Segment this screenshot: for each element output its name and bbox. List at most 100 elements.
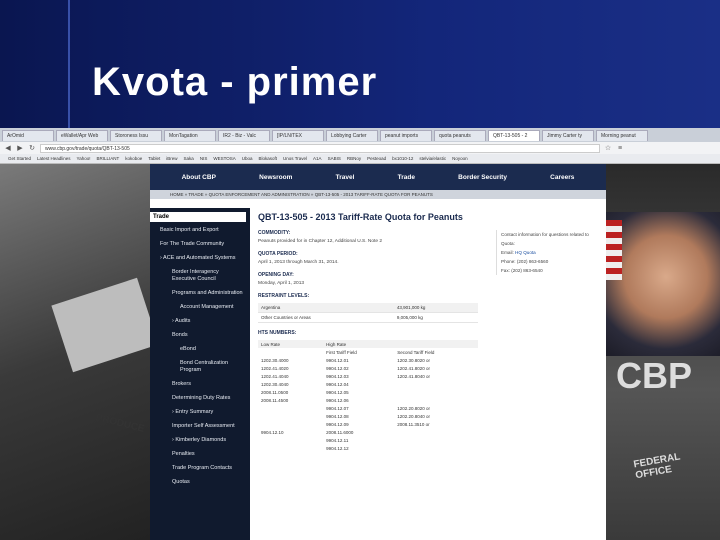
- sidebar-item[interactable]: › ACE and Automated Systems: [150, 250, 250, 264]
- browser-tab[interactable]: [IP/LN/TEX: [272, 129, 324, 141]
- nav-item[interactable]: Travel: [336, 174, 355, 181]
- sidebar-item[interactable]: Determining Duty Rates: [150, 390, 250, 404]
- sidebar-item[interactable]: Brokers: [150, 376, 250, 390]
- sidebar-item[interactable]: › Audits: [150, 313, 250, 327]
- table-cell: Other Countries or Areas: [258, 312, 394, 323]
- table-cell: 1202.41.4040: [261, 373, 289, 379]
- trade-sidebar: Trade Basic Import and Export For The Tra…: [150, 208, 250, 540]
- bookmark-item[interactable]: Pesteoad: [367, 156, 386, 161]
- bookmark-item[interactable]: A1A: [313, 156, 322, 161]
- table-row: 9904.12.09 2008.11.3510 or: [258, 420, 478, 428]
- sidebar-item[interactable]: Bond Centralization Program: [150, 355, 250, 376]
- nav-item[interactable]: Border Security: [458, 174, 507, 181]
- bookmark-item[interactable]: Tablet: [148, 156, 160, 161]
- contact-box: Contact information for questions relate…: [496, 230, 601, 275]
- bookmark-item[interactable]: BRILLIANT: [96, 156, 119, 161]
- sidebar-item[interactable]: Border Interagency Executive Council: [150, 264, 250, 285]
- bookmark-item[interactable]: Unos Travel: [283, 156, 307, 161]
- sidebar-item[interactable]: Penalties: [150, 446, 250, 460]
- browser-tab[interactable]: quota peanuts: [434, 129, 486, 141]
- sidebar-item[interactable]: eBond: [150, 341, 250, 355]
- bookmark-item[interactable]: Uboa: [242, 156, 253, 161]
- sidebar-item[interactable]: For The Trade Community: [150, 236, 250, 250]
- star-icon[interactable]: ☆: [604, 144, 612, 152]
- table-cell: 1202.41.8040 or: [397, 373, 431, 379]
- bookmark-item[interactable]: RBNoy: [347, 156, 361, 161]
- browser-tab[interactable]: IR2 - Biz - Valc: [218, 129, 270, 141]
- bookmark-item[interactable]: Yahoo!: [77, 156, 91, 161]
- sidebar-item[interactable]: Programs and Administration: [150, 285, 250, 299]
- bookmark-item[interactable]: bx1010-12: [392, 156, 413, 161]
- table-cell: [258, 444, 323, 452]
- browser-tab[interactable]: MonTagation: [164, 129, 216, 141]
- bookmark-item[interactable]: Get Started: [8, 156, 31, 161]
- forward-icon[interactable]: ▶: [16, 144, 24, 152]
- browser-tab[interactable]: ArOmid: [2, 129, 54, 141]
- sidebar-item[interactable]: Quotas: [150, 474, 250, 488]
- page-title: QBT-13-505 - 2013 Tariff-Rate Quota for …: [258, 212, 463, 222]
- menu-icon[interactable]: ≡: [616, 145, 624, 152]
- nav-item[interactable]: Newsroom: [259, 174, 292, 181]
- browser-tab[interactable]: Lobbying Carter: [326, 129, 378, 141]
- table-cell: 9904.12.07: [326, 405, 349, 411]
- main-content: QBT-13-505 - 2013 Tariff-Rate Quota for …: [258, 212, 598, 452]
- bookmark-item[interactable]: Latest Headlines: [37, 156, 71, 161]
- table-row: 2008.11.0500 9904.12.05: [258, 388, 478, 396]
- table-cell: Second Tariff Field: [397, 349, 435, 355]
- bookmark-item[interactable]: NIS: [200, 156, 208, 161]
- table-cell: 2008.11.6000: [326, 429, 354, 435]
- url-input[interactable]: www.cbp.gov/trade/quota/QBT-13-505: [40, 143, 600, 153]
- table-cell: 9904.12.03: [326, 373, 349, 379]
- sidebar-item[interactable]: › Kimberley Diamonds: [150, 432, 250, 446]
- cbp-jacket-text: CBP: [616, 355, 693, 396]
- nav-item[interactable]: About CBP: [182, 174, 216, 181]
- bookmark-item[interactable]: kokoboe: [125, 156, 142, 161]
- sidebar-item[interactable]: › Entry Summary: [150, 404, 250, 418]
- sidebar-item[interactable]: Importer Self Assessment: [150, 418, 250, 432]
- table-cell: 2008.11.0500: [261, 389, 289, 395]
- table-cell: 9904.12.05: [326, 389, 349, 395]
- table-row: 9904.12.08 1202.20.8040 or: [258, 412, 478, 420]
- bookmark-item[interactable]: Saka: [184, 156, 194, 161]
- bookmark-item[interactable]: Noyoon: [452, 156, 468, 161]
- table-cell: 1202.41.8020 or: [397, 365, 431, 371]
- browser-tab[interactable]: peanut imports: [380, 129, 432, 141]
- table-cell: 9904.12.12: [326, 445, 349, 451]
- sidebar-item[interactable]: Trade Program Contacts: [150, 460, 250, 474]
- bookmark-item[interactable]: Blokasoft: [259, 156, 278, 161]
- browser-tab-bar: ArOmid eWallet/Apr Web Storoness Issu MonTa…: [0, 128, 720, 142]
- table-cell: [394, 340, 478, 348]
- slide: Kvota - primer ArOmid eWallet/Apr Web Stor…: [0, 0, 720, 540]
- back-icon[interactable]: ◀: [4, 144, 12, 152]
- table-cell: 1202.20.8040 or: [397, 413, 431, 419]
- browser-tab[interactable]: QBT-13-505 - 2: [488, 129, 540, 141]
- table-cell: [394, 396, 478, 404]
- bookmark-item[interactable]: iBrew: [166, 156, 177, 161]
- browser-tab[interactable]: eWallet/Apr Web: [56, 129, 108, 141]
- restraint-levels-label: RESTRAINT LEVELS:: [258, 293, 310, 299]
- reload-icon[interactable]: ↻: [28, 144, 36, 152]
- sidebar-item[interactable]: Account Management: [150, 299, 250, 313]
- table-cell: 9904.12.01: [326, 357, 349, 363]
- bookmark-item[interactable]: WESTOSA: [213, 156, 235, 161]
- email-link[interactable]: HQ Quota: [515, 250, 536, 255]
- table-row: 9904.12.07 1202.20.8020 or: [258, 404, 478, 412]
- sidebar-item[interactable]: Bonds: [150, 327, 250, 341]
- browser-tab[interactable]: Morning peanut: [596, 129, 648, 141]
- browser-tab[interactable]: Storoness Issu: [110, 129, 162, 141]
- table-cell: 9904.12.04: [326, 381, 349, 387]
- table-cell: 9904.12.02: [326, 365, 349, 371]
- table-cell: 1202.20.8020 or: [397, 405, 431, 411]
- table-cell: 2008.11.4500: [261, 397, 289, 403]
- bookmark-item[interactable]: stelvia/elastic: [419, 156, 446, 161]
- sidebar-item[interactable]: Basic Import and Export: [150, 222, 250, 236]
- browser-tab[interactable]: Jimmy Carter ty: [542, 129, 594, 141]
- table-row: 2008.11.4500 9904.12.06: [258, 396, 478, 404]
- bookmark-item[interactable]: SABIS: [328, 156, 341, 161]
- table-cell: [394, 436, 478, 444]
- nav-item[interactable]: Careers: [550, 174, 574, 181]
- nav-item[interactable]: Trade: [398, 174, 415, 181]
- table-cell: [394, 428, 478, 436]
- table-cell: 9904.12.10: [261, 429, 284, 435]
- table-row: First Tariff Field Second Tariff Field: [258, 348, 478, 356]
